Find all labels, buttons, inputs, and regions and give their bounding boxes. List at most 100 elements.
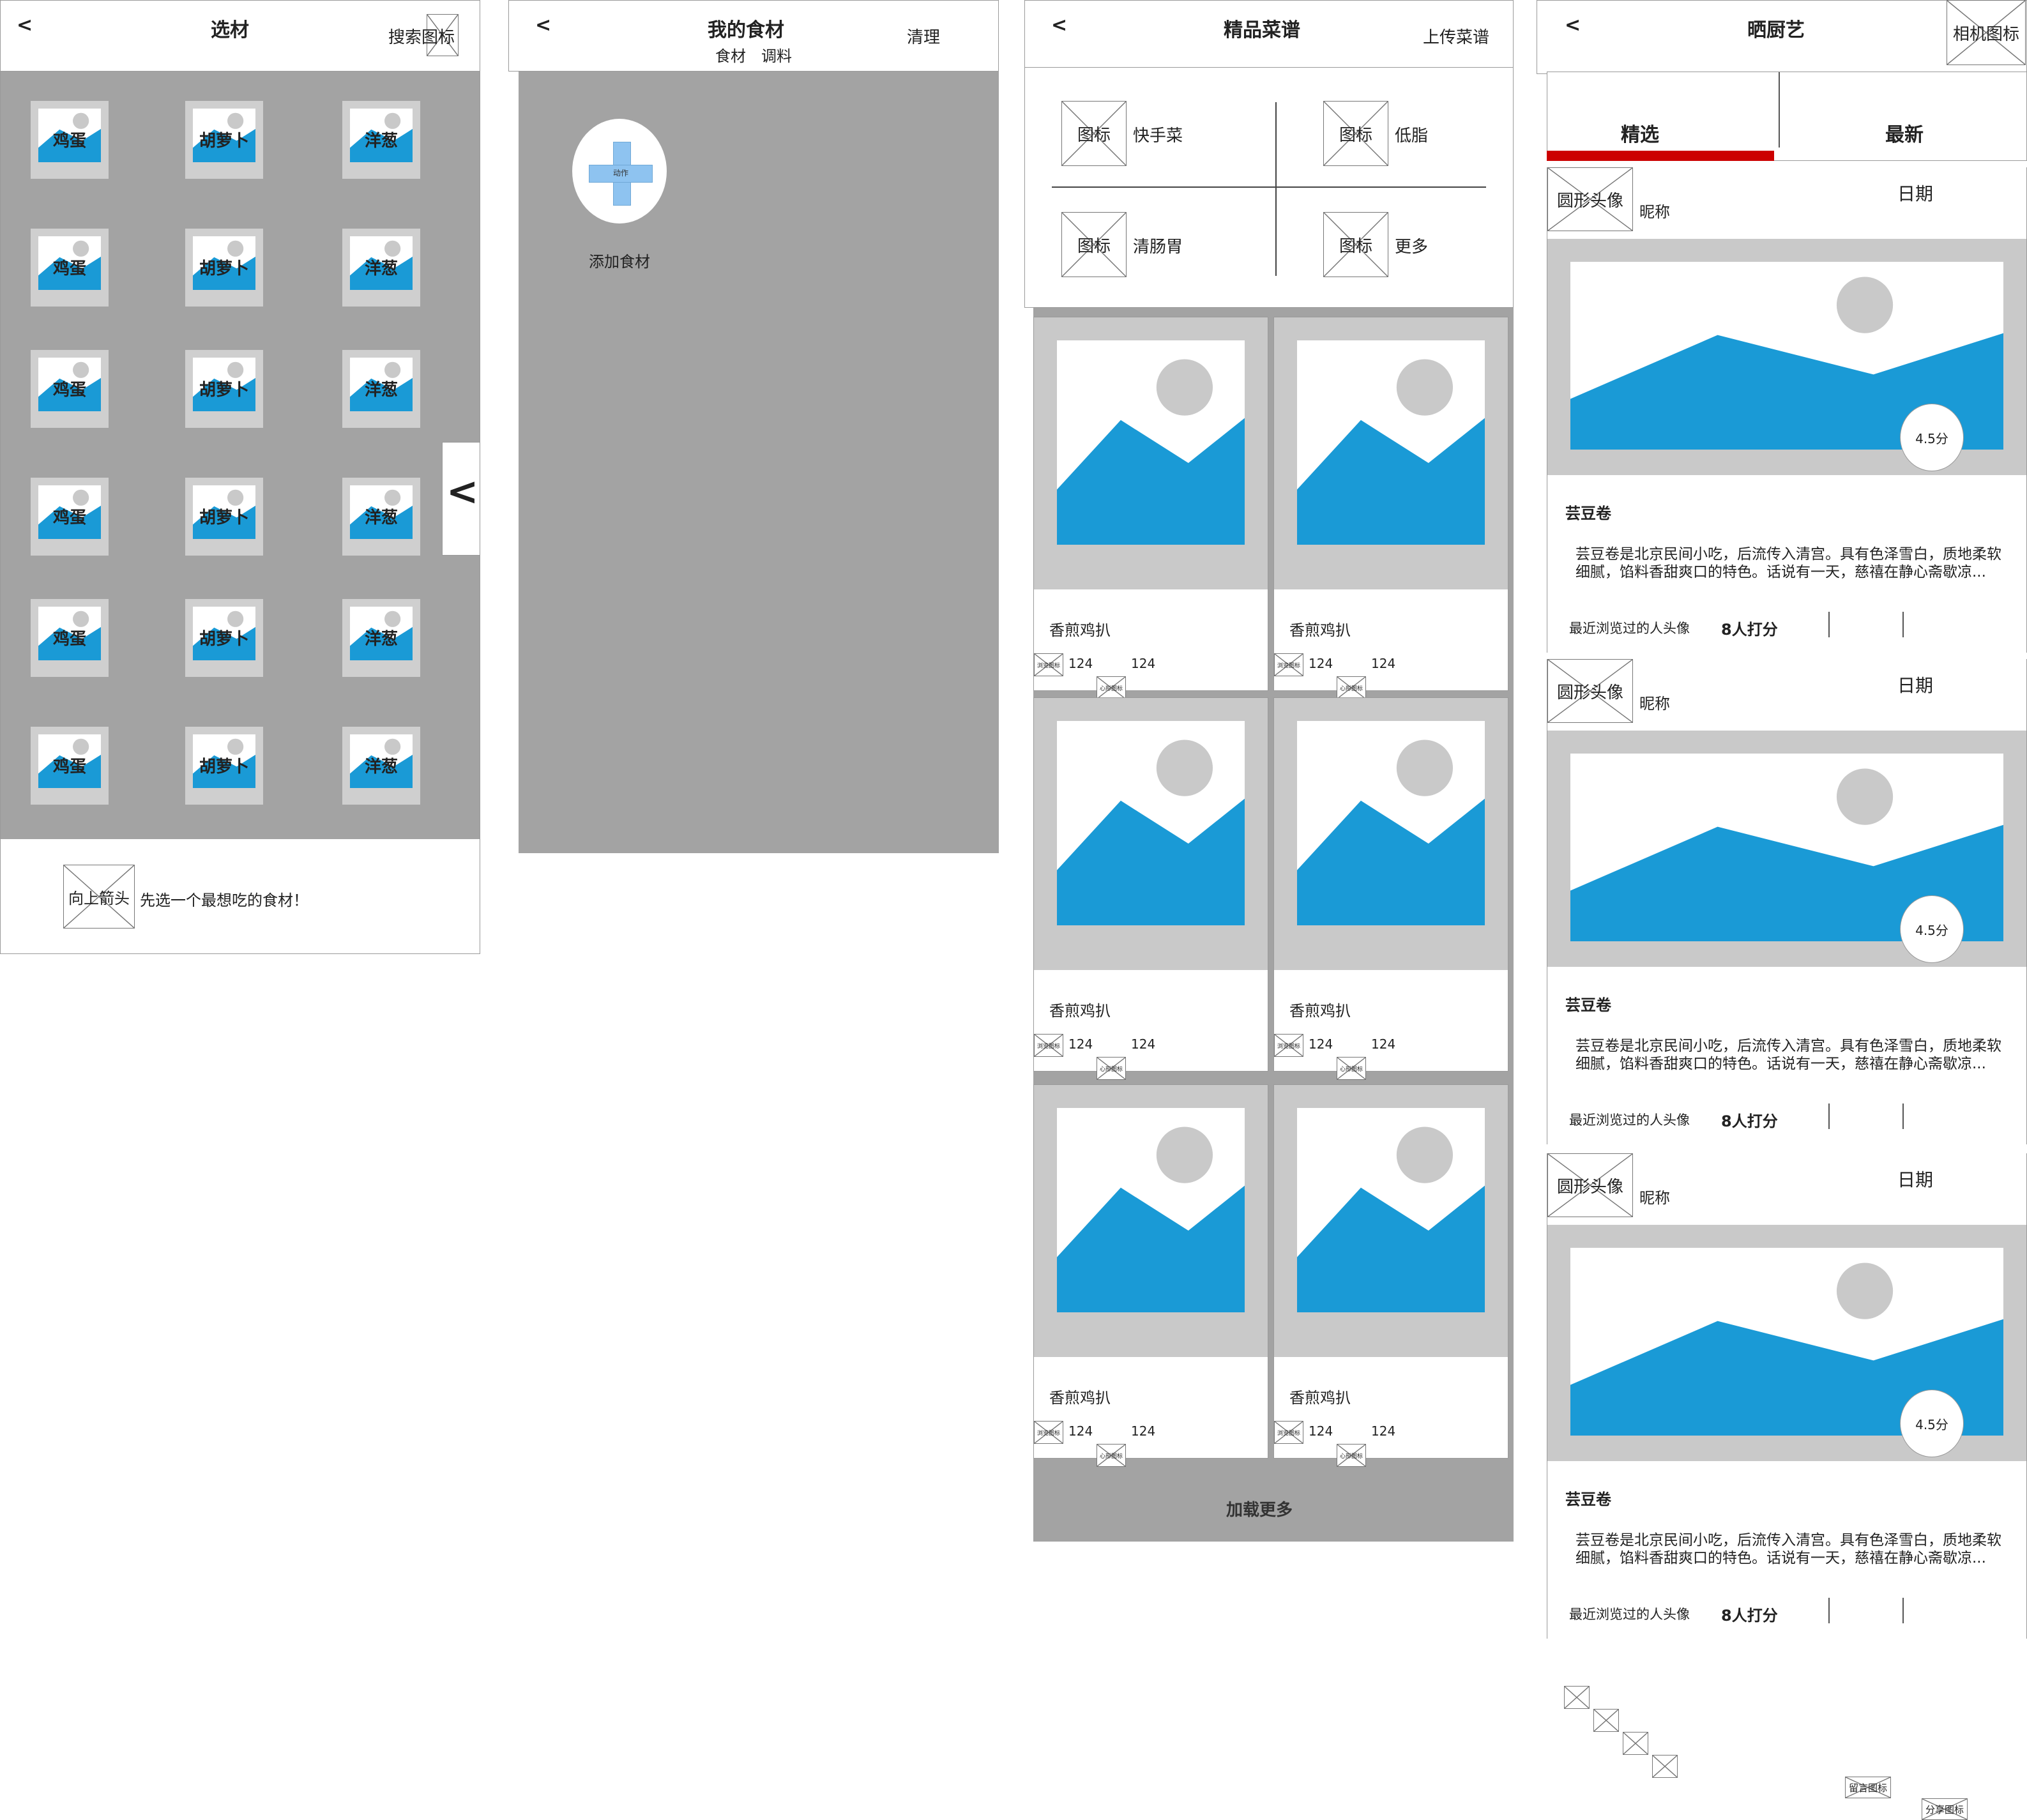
recipe-image (1034, 317, 1268, 589)
heart-icon[interactable]: 心形图标 (1097, 676, 1126, 699)
like-icon-label: 心形图标 (1339, 685, 1363, 692)
dish-name: 芸豆卷 (1565, 504, 1611, 522)
avatar[interactable]: 圆形头像 (1547, 167, 1633, 231)
ingredient-tile[interactable]: 胡萝卜 (185, 727, 263, 805)
ingredient-tile[interactable]: 洋葱 (342, 478, 420, 556)
comment-icon[interactable]: 留言图标 (1845, 1777, 1891, 1798)
category-icon: 图标 (1323, 101, 1388, 166)
ingredient-tile[interactable]: 洋葱 (342, 350, 420, 428)
action-divider (1828, 1598, 1830, 1623)
ingredient-tile[interactable]: 洋葱 (342, 101, 420, 179)
s3-upload-button[interactable]: 上传菜谱 (1423, 24, 1489, 48)
viewer-avatar-icon[interactable] (1564, 1686, 1590, 1709)
ingredient-tile[interactable]: 胡萝卜 (185, 101, 263, 179)
heart-icon[interactable]: 心形图标 (1097, 1444, 1126, 1467)
ingredient-tile[interactable]: 胡萝卜 (185, 478, 263, 556)
s3-page-title: 精品菜谱 (1224, 19, 1300, 42)
like-count: 124 (1371, 656, 1396, 671)
plus-icon: 动作 (589, 142, 653, 206)
s4-camera-button[interactable]: 相机图标 (1947, 0, 2026, 65)
viewer-avatar-icon[interactable] (1652, 1755, 1678, 1778)
ingredient-tile[interactable]: 胡萝卜 (185, 599, 263, 677)
recipe-card[interactable]: 香煎鸡扒 浏览图标 124 心形图标 124 (1273, 697, 1508, 1080)
s1-back-button[interactable]: < (17, 14, 33, 36)
s2-clear-button[interactable]: 清理 (907, 24, 940, 48)
s4-tab-latest[interactable]: 最新 (1885, 119, 1924, 147)
ingredient-tile[interactable]: 胡萝卜 (185, 350, 263, 428)
post-date: 日期 (1897, 675, 1934, 696)
viewer-avatar-icon[interactable] (1623, 1732, 1648, 1755)
ingredient-tile[interactable]: 洋葱 (342, 229, 420, 307)
post-description-line2: 细腻，馅料香甜爽口的特色。话说有一天，慈禧在静心斋歇凉... (1575, 1056, 1986, 1072)
view-icon-label: 浏览图标 (1036, 1043, 1060, 1050)
ingredient-tile[interactable]: 鸡蛋 (31, 350, 109, 428)
recipe-title: 香煎鸡扒 (1289, 1389, 1351, 1407)
heart-icon[interactable]: 心形图标 (1337, 676, 1366, 699)
recipe-image (1034, 1085, 1268, 1357)
post-description-line2: 细腻，馅料香甜爽口的特色。话说有一天，慈禧在静心斋歇凉... (1575, 1550, 1986, 1566)
s2-tab-seasonings[interactable]: 调料 (761, 43, 792, 66)
s4-back-button[interactable]: < (1565, 14, 1581, 36)
ingredient-tile-label: 洋葱 (364, 381, 398, 400)
viewer-avatar-icon[interactable] (1593, 1709, 1619, 1732)
eye-icon: 浏览图标 (1274, 1421, 1303, 1444)
ingredient-tile[interactable]: 洋葱 (342, 599, 420, 677)
ingredient-tile-label: 鸡蛋 (52, 132, 86, 151)
ingredient-tile-label: 洋葱 (364, 259, 398, 278)
s1-page-title: 选材 (211, 19, 249, 42)
recipe-image (1274, 317, 1508, 589)
dish-name: 芸豆卷 (1565, 1490, 1611, 1508)
category-icon-label: 图标 (1077, 236, 1111, 256)
ingredient-tile[interactable]: 鸡蛋 (31, 478, 109, 556)
ingredient-tile-label: 洋葱 (364, 132, 398, 151)
nickname: 昵称 (1639, 695, 1670, 713)
recipe-card[interactable]: 香煎鸡扒 浏览图标 124 心形图标 124 (1273, 317, 1508, 699)
ingredient-tile[interactable]: 鸡蛋 (31, 229, 109, 307)
comment-icon-label: 留言图标 (1848, 1782, 1887, 1794)
ingredient-tile-label: 洋葱 (364, 757, 398, 777)
search-label: 搜索图标 (388, 28, 455, 47)
heart-icon[interactable]: 心形图标 (1337, 1444, 1366, 1467)
category-item[interactable]: 图标 更多 (1323, 212, 1464, 277)
s3-back-button[interactable]: < (1051, 14, 1067, 36)
s1-side-collapse-tab[interactable]: < (442, 442, 480, 556)
recipe-card[interactable]: 香煎鸡扒 浏览图标 124 心形图标 124 (1033, 697, 1268, 1080)
s1-ingredient-grid (0, 72, 480, 839)
s2-add-ingredient-button[interactable]: 动作 (572, 119, 667, 224)
ingredient-tile[interactable]: 鸡蛋 (31, 101, 109, 179)
recipe-card[interactable]: 香煎鸡扒 浏览图标 124 心形图标 124 (1033, 1084, 1268, 1467)
share-icon[interactable]: 分享图标 (1922, 1798, 1968, 1820)
ingredient-tile[interactable]: 鸡蛋 (31, 599, 109, 677)
recipe-card[interactable]: 香煎鸡扒 浏览图标 124 心形图标 124 (1273, 1084, 1508, 1467)
category-item[interactable]: 图标 快手菜 (1061, 101, 1202, 166)
view-count: 124 (1068, 1036, 1093, 1052)
ingredient-tile-label: 胡萝卜 (199, 381, 249, 400)
action-divider (1902, 1598, 1904, 1623)
s4-tab-selected[interactable]: 精选 (1621, 119, 1659, 147)
plus-action-label: 动作 (612, 169, 628, 178)
raters-count: 8人打分 (1721, 1607, 1778, 1625)
s4-tabs (1547, 72, 2027, 161)
ingredient-tile[interactable]: 胡萝卜 (185, 229, 263, 307)
category-item[interactable]: 图标 清肠胃 (1061, 212, 1202, 277)
avatar[interactable]: 圆形头像 (1547, 659, 1633, 723)
category-label: 更多 (1395, 238, 1429, 257)
ingredient-tile[interactable]: 鸡蛋 (31, 727, 109, 805)
ingredient-tile-label: 鸡蛋 (52, 630, 86, 649)
s2-back-button[interactable]: < (535, 14, 551, 36)
like-count: 124 (1131, 1423, 1156, 1439)
heart-icon[interactable]: 心形图标 (1337, 1057, 1366, 1080)
ingredient-tile[interactable]: 洋葱 (342, 727, 420, 805)
s1-search-button[interactable]: 搜索图标 (388, 14, 459, 56)
avatar[interactable]: 圆形头像 (1547, 1153, 1633, 1217)
like-icon-label: 心形图标 (1339, 1066, 1363, 1073)
recipe-card[interactable]: 香煎鸡扒 浏览图标 124 心形图标 124 (1033, 317, 1268, 699)
category-icon-label: 图标 (1077, 125, 1111, 145)
heart-icon[interactable]: 心形图标 (1097, 1057, 1126, 1080)
s3-load-more-button[interactable]: 加载更多 (1226, 1497, 1293, 1520)
category-item[interactable]: 图标 低脂 (1323, 101, 1464, 166)
category-icon-label: 图标 (1339, 236, 1372, 256)
s2-tab-ingredients[interactable]: 食材 (715, 43, 746, 66)
category-label: 清肠胃 (1133, 238, 1183, 257)
dish-name: 芸豆卷 (1565, 996, 1611, 1014)
